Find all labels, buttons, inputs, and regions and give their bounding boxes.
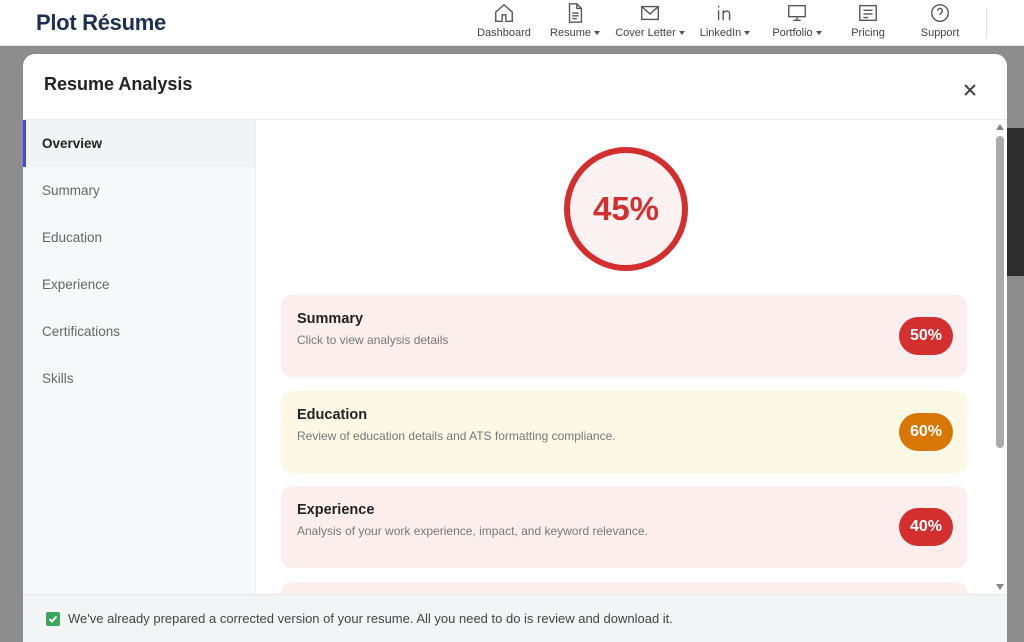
- sidebar-item-certifications[interactable]: Certifications: [23, 308, 255, 355]
- nav-cover-letter[interactable]: Cover Letter: [613, 2, 687, 44]
- modal-title: Resume Analysis: [44, 74, 193, 94]
- resume-analysis-modal: Resume Analysis Overview Summary Educati…: [23, 54, 1007, 642]
- nav-linkedin[interactable]: LinkedIn: [697, 2, 753, 44]
- monitor-icon: [788, 4, 806, 22]
- nav-resume-label: Resume: [550, 27, 591, 39]
- plot-resume-logo[interactable]: Plot Résume: [36, 10, 166, 36]
- score-badge: 40%: [899, 508, 953, 546]
- nav-linkedin-label: LinkedIn: [699, 27, 742, 39]
- sidebar-item-summary[interactable]: Summary: [23, 167, 255, 214]
- nav-divider: [986, 8, 987, 38]
- top-navigation-bar: Plot Résume Dashboard Resume Cover Lette…: [0, 0, 1024, 46]
- caret-down-icon: [593, 31, 600, 35]
- card-summary[interactable]: Summary Click to view analysis details 5…: [281, 295, 967, 377]
- nav-cover-letter-label: Cover Letter: [615, 27, 676, 39]
- card-description: Analysis of your work experience, impact…: [297, 524, 648, 538]
- pricing-icon: [859, 4, 877, 22]
- analysis-sidebar: Overview Summary Education Experience Ce…: [23, 120, 256, 594]
- overall-score-value: 45%: [592, 190, 660, 227]
- modal-footer: We've already prepared a corrected versi…: [23, 594, 1007, 642]
- card-education[interactable]: Education Review of education details an…: [281, 391, 967, 473]
- card-description: Click to view analysis details: [297, 333, 449, 347]
- home-icon: [495, 3, 513, 22]
- score-badge: 50%: [899, 317, 953, 355]
- nav-portfolio-label: Portfolio: [772, 27, 813, 39]
- footer-message: We've already prepared a corrected versi…: [68, 611, 673, 626]
- scroll-up-arrow-icon[interactable]: [996, 124, 1004, 130]
- caret-down-icon: [678, 31, 685, 35]
- nav-pricing[interactable]: Pricing: [846, 2, 890, 44]
- content-scrollbar[interactable]: [993, 120, 1007, 594]
- mail-icon: [641, 5, 659, 21]
- modal-header: Resume Analysis: [23, 54, 1007, 120]
- checkbox-checked[interactable]: [46, 611, 60, 626]
- checkmark-icon: [48, 615, 58, 623]
- background-panel: [1005, 128, 1024, 276]
- card-title: Summary: [297, 311, 364, 327]
- nav-resume[interactable]: Resume: [547, 2, 603, 44]
- score-badge: 60%: [899, 413, 953, 451]
- nav-pricing-label: Pricing: [851, 27, 885, 39]
- document-icon: [568, 3, 583, 23]
- card-title: Experience: [297, 502, 375, 518]
- card-title: Education: [297, 407, 368, 423]
- nav-dashboard-label: Dashboard: [477, 27, 531, 39]
- linkedin-icon: [717, 5, 731, 21]
- nav-support-label: Support: [920, 27, 960, 39]
- scroll-down-arrow-icon[interactable]: [996, 584, 1004, 590]
- sidebar-item-overview[interactable]: Overview: [23, 120, 255, 167]
- card-partial[interactable]: [281, 582, 967, 594]
- help-icon: [931, 4, 949, 22]
- nav-portfolio[interactable]: Portfolio: [769, 2, 825, 44]
- caret-down-icon: [744, 31, 751, 35]
- caret-down-icon: [815, 31, 822, 35]
- card-description: Review of education details and ATS form…: [297, 429, 616, 443]
- sidebar-item-experience[interactable]: Experience: [23, 261, 255, 308]
- nav-support[interactable]: Support: [917, 2, 963, 44]
- sidebar-item-education[interactable]: Education: [23, 214, 255, 261]
- nav-dashboard[interactable]: Dashboard: [475, 2, 533, 44]
- sidebar-item-skills[interactable]: Skills: [23, 355, 255, 402]
- close-button[interactable]: [961, 81, 979, 99]
- scroll-thumb[interactable]: [996, 136, 1004, 448]
- analysis-content: 45% Summary Click to view analysis detai…: [256, 120, 1007, 594]
- card-experience[interactable]: Experience Analysis of your work experie…: [281, 486, 967, 568]
- close-icon: [964, 84, 976, 96]
